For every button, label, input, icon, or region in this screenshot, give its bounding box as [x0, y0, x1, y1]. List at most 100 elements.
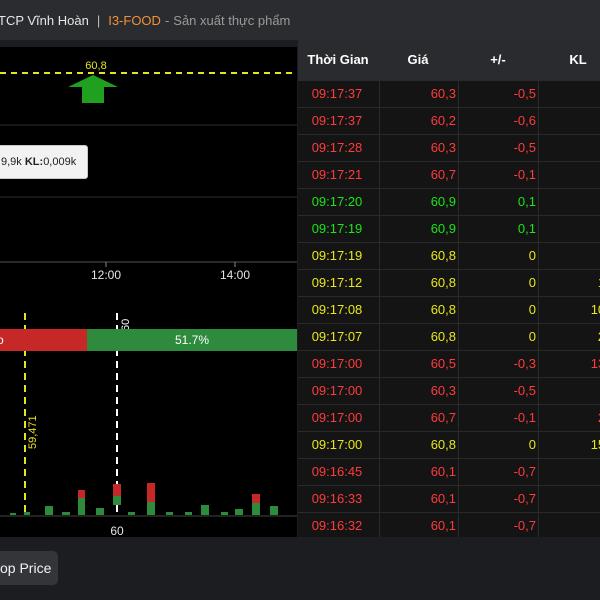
trade-time: 09:17:37 — [311, 86, 363, 101]
buy-ratio-label: 51.7% — [174, 333, 210, 347]
table-row[interactable]: 09:17:00 60,8 0 15.1 — [298, 431, 600, 459]
trade-volume: 1 — [556, 108, 600, 134]
volume-bar — [221, 512, 228, 515]
table-row[interactable]: 09:17:00 60,5 -0,3 13.4 — [298, 350, 600, 378]
volume-bar — [10, 513, 16, 515]
buy-sell-ratio-bar: o 51.7% — [0, 329, 297, 351]
volume-bar — [201, 505, 209, 515]
volume-bar — [62, 512, 70, 515]
trade-price: 60,8 — [430, 248, 456, 263]
table-row[interactable]: 09:16:33 60,1 -0,7 5 — [298, 485, 600, 513]
trade-price: 60,3 — [430, 140, 456, 155]
trade-volume: 2 — [556, 378, 600, 404]
trade-price: 60,8 — [430, 437, 456, 452]
table-row[interactable]: 09:17:19 60,9 0,1 4 — [298, 215, 600, 243]
trade-change: -0,1 — [513, 410, 536, 425]
industry-ticker[interactable]: I3-FOOD — [108, 13, 161, 28]
trade-time: 09:17:19 — [311, 248, 363, 263]
trade-volume: 5 — [556, 486, 600, 512]
sector-name: Sản xuất thực phẩm — [173, 12, 291, 28]
trade-change: -0,5 — [513, 383, 536, 398]
trade-price: 60,1 — [430, 518, 456, 533]
volume-bar — [78, 498, 85, 515]
trade-time: 09:17:00 — [311, 410, 363, 425]
table-row[interactable]: 09:17:37 60,2 -0,6 1 — [298, 107, 600, 135]
header-time[interactable]: Thời Gian — [298, 40, 378, 80]
trade-volume: 7 — [556, 189, 600, 215]
header-change[interactable]: +/- — [483, 40, 513, 80]
volume-bar — [166, 512, 173, 515]
intraday-chart[interactable]: 60,8 12:00 14:00 59,471 60 60 9,9k KL: 0,… — [0, 47, 297, 537]
trade-change: -0,6 — [513, 113, 536, 128]
trade-change: 0 — [528, 437, 536, 452]
volume-bar — [113, 496, 121, 505]
trade-price: 60,8 — [430, 275, 456, 290]
table-row[interactable]: 09:17:21 60,7 -0,1 5 — [298, 161, 600, 189]
buy-ratio-segment: 51.7% — [87, 329, 297, 351]
trade-time: 09:17:07 — [311, 329, 363, 344]
stop-price-button[interactable]: op Price — [0, 551, 58, 585]
trade-price: 60,1 — [430, 491, 456, 506]
trade-time: 09:17:00 — [311, 356, 363, 371]
volume-bar — [147, 502, 155, 515]
trade-time: 09:17:00 — [311, 383, 363, 398]
trade-change: -0,1 — [513, 167, 536, 182]
table-row[interactable]: 09:17:12 60,8 0 1.0 — [298, 269, 600, 297]
volume-bar — [235, 509, 243, 515]
trade-price: 60,9 — [430, 194, 456, 209]
trade-volume: 10.3 — [590, 302, 600, 317]
trade-volume: 2 — [556, 81, 600, 107]
volume-bar — [78, 490, 85, 498]
trade-change: 0 — [528, 275, 536, 290]
trade-time: 09:16:32 — [311, 518, 363, 533]
trade-volume: 2 — [556, 135, 600, 161]
trade-time: 09:16:45 — [311, 464, 363, 479]
table-row[interactable]: 09:17:08 60,8 0 10.3 — [298, 296, 600, 324]
volume-bar — [24, 512, 30, 515]
table-row[interactable]: 09:17:07 60,8 0 2.5 — [298, 323, 600, 351]
trade-volume: 2.5 — [556, 324, 600, 350]
trade-history-table[interactable]: Thời Gian Giá +/- KL 09:17:3760,3-0,5209… — [298, 40, 600, 537]
header-price[interactable]: Giá — [398, 40, 438, 80]
header-volume[interactable]: KL — [563, 40, 593, 80]
trade-change: -0,3 — [513, 356, 536, 371]
stock-header: TCP Vĩnh Hoàn | I3-FOOD - Sản xuất thực … — [0, 0, 600, 40]
volume-bar — [113, 484, 121, 496]
volume-bar — [147, 483, 155, 502]
trade-time: 09:17:20 — [311, 194, 363, 209]
trade-price: 60,5 — [430, 356, 456, 371]
volume-bar — [45, 506, 53, 515]
trade-time: 09:17:28 — [311, 140, 363, 155]
trade-price: 60,9 — [430, 221, 456, 236]
table-row[interactable]: 09:17:28 60,3 -0,5 2 — [298, 134, 600, 162]
trade-time: 09:17:08 — [311, 302, 363, 317]
trade-time: 09:17:37 — [311, 113, 363, 128]
trade-change: 0,1 — [517, 221, 536, 236]
table-row[interactable]: 09:17:37 60,3 -0,5 2 — [298, 80, 600, 108]
table-row[interactable]: 09:17:00 60,3 -0,5 2 — [298, 377, 600, 405]
table-row[interactable]: 09:17:00 60,7 -0,1 2.5 — [298, 404, 600, 432]
volume-bar — [185, 512, 192, 515]
volume-bar — [96, 508, 104, 515]
trade-price: 60,3 — [430, 383, 456, 398]
trade-change: -0,5 — [513, 140, 536, 155]
trade-volume: 15.1 — [590, 437, 600, 452]
trade-change: 0,1 — [517, 194, 536, 209]
column-divider — [458, 40, 459, 537]
table-row[interactable]: 09:17:19 60,8 0 8 — [298, 242, 600, 270]
table-row[interactable]: 09:16:32 60,1 -0,7 5 — [298, 512, 600, 537]
trade-change: 0 — [528, 302, 536, 317]
trade-price: 60,7 — [430, 410, 456, 425]
trade-change: -0,7 — [513, 491, 536, 506]
trade-price: 60,7 — [430, 167, 456, 182]
trade-volume: 8 — [556, 243, 600, 269]
trade-volume: 1 — [556, 459, 600, 485]
trade-change: -0,7 — [513, 464, 536, 479]
trade-volume: 2.5 — [556, 405, 600, 431]
volume-bar — [252, 494, 260, 503]
trade-time: 09:17:00 — [311, 437, 363, 452]
table-row[interactable]: 09:17:20 60,9 0,1 7 — [298, 188, 600, 216]
table-row[interactable]: 09:16:45 60,1 -0,7 1 — [298, 458, 600, 486]
volume-bars — [10, 483, 278, 515]
volume-bar — [128, 512, 135, 515]
